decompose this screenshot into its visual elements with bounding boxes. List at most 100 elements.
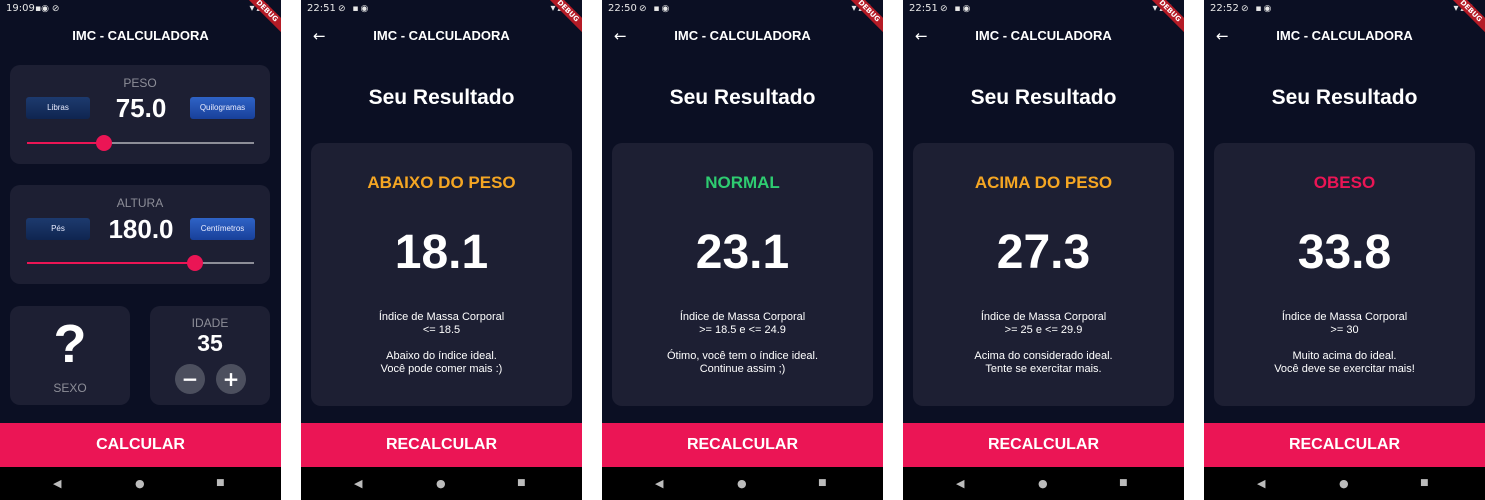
altura-label: ALTURA <box>116 196 164 210</box>
recalcular-button[interactable]: RECALCULAR <box>301 423 582 467</box>
altura-slider-fill <box>27 262 195 264</box>
result-message-2: Tente se exercitar mais. <box>985 363 1102 375</box>
index-label: Índice de Massa Corporal <box>980 311 1107 323</box>
result-message-1: Acima do considerado ideal. <box>974 350 1113 362</box>
notification-icons: ⊘ ▪◉ <box>338 4 371 14</box>
result-message-1: Muito acima do ideal. <box>1292 350 1397 362</box>
nav-recents-icon[interactable]: ■ <box>1420 467 1429 500</box>
nav-back-icon[interactable]: ◀ <box>956 467 964 500</box>
peso-value: 75.0 <box>115 93 167 123</box>
nav-home-icon[interactable]: ● <box>436 467 446 500</box>
nav-back-icon[interactable]: ◀ <box>354 467 362 500</box>
result-category: ABAIXO DO PESO <box>367 173 516 192</box>
notification-icons: ⊘ ▪◉ <box>1241 4 1274 14</box>
peso-card: PESO Libras 75.0 Quilogramas <box>10 65 270 164</box>
system-nav-bar: ◀ ● ■ <box>903 467 1184 500</box>
status-time: 19:09 <box>6 3 35 14</box>
altura-centimetros-button[interactable]: Centímetros <box>190 218 255 240</box>
system-nav-bar: ◀ ● ■ <box>1204 467 1485 500</box>
sexo-card[interactable]: ? SEXO <box>10 306 130 405</box>
peso-label: PESO <box>123 76 157 90</box>
peso-quilogramas-button[interactable]: Quilogramas <box>190 97 255 119</box>
app-title: IMC - CALCULADORA <box>674 28 811 43</box>
index-label: Índice de Massa Corporal <box>378 311 505 323</box>
status-bar: 22:51 ⊘ ▪◉ ▾▴▮ <box>903 0 1184 18</box>
system-nav-bar: ◀ ● ■ <box>301 467 582 500</box>
nav-recents-icon[interactable]: ■ <box>216 467 225 500</box>
index-range: >= 25 e <= 29.9 <box>1004 324 1083 336</box>
result-screen: 22:50 ⊘ ▪◉ ▾▴▮ DEBUG ← IMC - CALCULADORA… <box>602 0 883 500</box>
result-card: ACIMA DO PESO 27.3 Índice de Massa Corpo… <box>913 143 1174 406</box>
bmi-value: 27.3 <box>996 226 1091 279</box>
altura-slider-thumb[interactable] <box>186 255 203 271</box>
idade-plus-button[interactable]: + <box>216 364 246 394</box>
app-title: IMC - CALCULADORA <box>1276 28 1413 43</box>
app-bar: ← IMC - CALCULADORA <box>903 18 1184 54</box>
status-time: 22:51 <box>909 3 938 14</box>
index-label: Índice de Massa Corporal <box>1281 311 1408 323</box>
result-card: NORMAL 23.1 Índice de Massa Corporal >= … <box>612 143 873 406</box>
result-heading: Seu Resultado <box>1271 86 1418 109</box>
app-title: IMC - CALCULADORA <box>373 28 510 43</box>
nav-recents-icon[interactable]: ■ <box>1119 467 1128 500</box>
status-bar: 22:52 ⊘ ▪◉ ▾▴▮ <box>1204 0 1485 18</box>
peso-libras-button[interactable]: Libras <box>26 97 90 119</box>
app-title: IMC - CALCULADORA <box>975 28 1112 43</box>
app-bar: ← IMC - CALCULADORA <box>1204 18 1485 54</box>
index-range: <= 18.5 <box>422 324 461 336</box>
system-nav-bar: ◀ ● ■ <box>602 467 883 500</box>
result-category: NORMAL <box>705 173 780 192</box>
result-message-1: Abaixo do índice ideal. <box>386 350 497 362</box>
result-heading: Seu Resultado <box>669 86 816 109</box>
result-card: OBESO 33.8 Índice de Massa Corporal >= 3… <box>1214 143 1475 406</box>
nav-home-icon[interactable]: ● <box>737 467 747 500</box>
status-time: 22:51 <box>307 3 336 14</box>
notification-icons: ⊘ ▪◉ <box>940 4 973 14</box>
status-time: 22:52 <box>1210 3 1239 14</box>
recalcular-button[interactable]: RECALCULAR <box>602 423 883 467</box>
idade-minus-button[interactable]: − <box>175 364 205 394</box>
nav-home-icon[interactable]: ● <box>1339 467 1349 500</box>
nav-recents-icon[interactable]: ■ <box>818 467 827 500</box>
nav-back-icon[interactable]: ◀ <box>655 467 663 500</box>
calcular-button[interactable]: CALCULAR <box>0 423 281 467</box>
result-heading: Seu Resultado <box>368 86 515 109</box>
peso-slider-fill <box>27 142 105 144</box>
nav-back-icon[interactable]: ◀ <box>53 467 61 500</box>
altura-pes-button[interactable]: Pés <box>26 218 90 240</box>
app-bar: ← IMC - CALCULADORA <box>301 18 582 54</box>
status-bar: 19:09 ▪◉ ⊘ ▾▴▮ <box>0 0 281 18</box>
question-mark-icon: ? <box>53 314 87 374</box>
result-screen: 22:51 ⊘ ▪◉ ▾▴▮ DEBUG ← IMC - CALCULADORA… <box>301 0 582 500</box>
status-bar: 22:51 ⊘ ▪◉ ▾▴▮ <box>301 0 582 18</box>
recalcular-button[interactable]: RECALCULAR <box>903 423 1184 467</box>
result-card: ABAIXO DO PESO 18.1 Índice de Massa Corp… <box>311 143 572 406</box>
nav-home-icon[interactable]: ● <box>1038 467 1048 500</box>
status-bar: 22:50 ⊘ ▪◉ ▾▴▮ <box>602 0 883 18</box>
index-range: >= 30 <box>1330 324 1359 336</box>
wifi-battery-icons: ▾▴▮ <box>851 3 873 14</box>
bmi-value: 33.8 <box>1297 226 1392 279</box>
system-nav-bar: ◀ ● ■ <box>0 467 281 500</box>
bmi-value: 23.1 <box>695 226 790 279</box>
nav-back-icon[interactable]: ◀ <box>1257 467 1265 500</box>
result-message-2: Continue assim ;) <box>699 363 786 375</box>
result-category: ACIMA DO PESO <box>974 173 1113 192</box>
result-screen: 22:51 ⊘ ▪◉ ▾▴▮ DEBUG ← IMC - CALCULADORA… <box>903 0 1184 500</box>
result-message-2: Você deve se exercitar mais! <box>1274 363 1415 375</box>
wifi-battery-icons: ▾▴▮ <box>249 3 271 14</box>
nav-home-icon[interactable]: ● <box>135 467 145 500</box>
result-category: OBESO <box>1313 173 1376 192</box>
input-screen: 19:09 ▪◉ ⊘ ▾▴▮ DEBUG IMC - CALCULADORA P… <box>0 0 281 500</box>
recalcular-button[interactable]: RECALCULAR <box>1204 423 1485 467</box>
nav-recents-icon[interactable]: ■ <box>517 467 526 500</box>
index-range: >= 18.5 e <= 24.9 <box>699 324 786 336</box>
bmi-value: 18.1 <box>394 226 489 279</box>
idade-label: IDADE <box>191 316 229 330</box>
app-title: IMC - CALCULADORA <box>72 28 209 43</box>
altura-card: ALTURA Pés 180.0 Centímetros <box>10 185 270 284</box>
result-message-2: Você pode comer mais :) <box>380 363 503 375</box>
peso-slider-thumb[interactable] <box>96 135 113 151</box>
notification-icons: ▪◉ ⊘ <box>35 4 60 14</box>
result-message-1: Ótimo, você tem o índice ideal. <box>666 350 818 362</box>
